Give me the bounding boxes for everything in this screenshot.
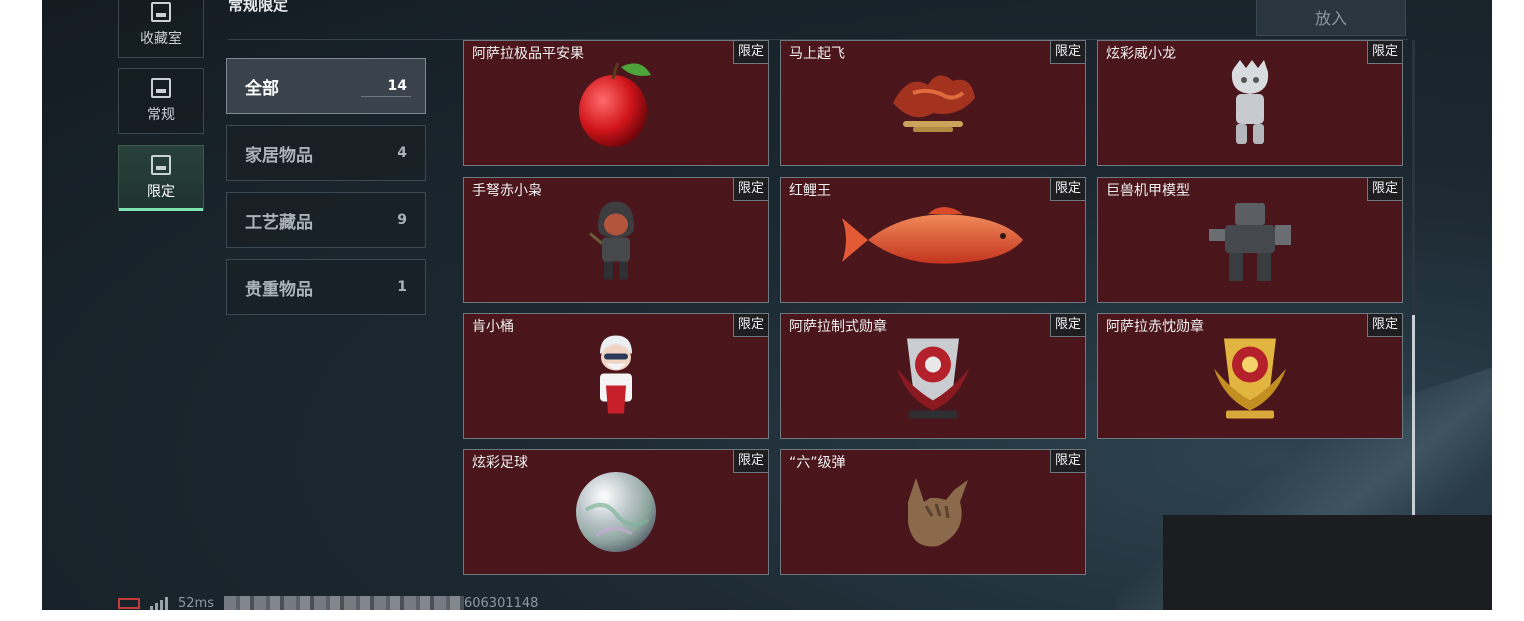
dark-overlay xyxy=(1163,515,1492,610)
limited-badge: 限定 xyxy=(732,41,768,64)
item-name: “六”级弹 xyxy=(789,455,846,471)
scrollbar-thumb[interactable] xyxy=(1412,315,1415,515)
mech-model-icon xyxy=(1209,203,1291,281)
item-name: 炫彩威小龙 xyxy=(1106,46,1176,62)
item-card[interactable]: 阿萨拉赤忱勋章 限定 xyxy=(1097,313,1403,439)
item-card[interactable]: “六”级弹 限定 xyxy=(780,449,1086,575)
item-name: 阿萨拉极品平安果 xyxy=(472,46,584,62)
category-count: 9 xyxy=(397,212,407,228)
nav-item-collection-room[interactable]: 收藏室 xyxy=(118,0,204,58)
status-bar: 52ms 606301148 xyxy=(118,594,538,610)
category-count: 14 xyxy=(387,78,407,94)
category-label: 全部 xyxy=(245,78,279,99)
item-name: 巨兽机甲模型 xyxy=(1106,183,1190,199)
limited-badge: 限定 xyxy=(732,178,768,201)
red-carp-icon xyxy=(842,207,1023,264)
limited-badge: 限定 xyxy=(1049,450,1085,473)
nav-item-label: 常规 xyxy=(147,107,175,123)
item-card[interactable]: 阿萨拉制式勋章 限定 xyxy=(780,313,1086,439)
silver-figure-icon xyxy=(1231,60,1269,144)
item-card[interactable]: 红鲤王 限定 xyxy=(780,177,1086,303)
battery-icon xyxy=(118,597,140,609)
blurred-user-info xyxy=(223,596,464,610)
iridescent-ball-icon xyxy=(576,472,656,552)
category-label: 工艺藏品 xyxy=(245,212,313,233)
flying-horse-icon xyxy=(893,75,975,132)
category-label: 家居物品 xyxy=(245,145,313,166)
item-card[interactable]: 肯小桶 限定 xyxy=(463,313,769,439)
item-card[interactable]: 炫彩威小龙 限定 xyxy=(1097,40,1403,166)
item-card[interactable]: 炫彩足球 限定 xyxy=(463,449,769,575)
ping-value: 52ms xyxy=(178,595,214,611)
limited-badge: 限定 xyxy=(1049,314,1085,337)
item-name: 马上起飞 xyxy=(789,46,845,62)
apple-icon xyxy=(579,62,651,147)
item-name: 阿萨拉制式勋章 xyxy=(789,319,887,335)
item-card[interactable]: 阿萨拉极品平安果 限定 xyxy=(463,40,769,166)
nav-item-label: 限定 xyxy=(147,184,175,200)
item-name: 炫彩足球 xyxy=(472,455,528,471)
collection-room-icon xyxy=(151,2,171,22)
category-label: 贵重物品 xyxy=(245,279,313,300)
item-name: 肯小桶 xyxy=(472,319,514,335)
category-valuables[interactable]: 贵重物品 1 xyxy=(226,259,426,315)
category-crafts[interactable]: 工艺藏品 9 xyxy=(226,192,426,248)
user-id: 606301148 xyxy=(463,595,539,611)
hand-gesture-icon xyxy=(908,478,968,547)
nav-item-limited[interactable]: 限定 xyxy=(118,145,204,211)
limited-badge: 限定 xyxy=(1366,314,1402,337)
silver-medal-icon xyxy=(897,338,969,419)
limited-badge: 限定 xyxy=(1366,41,1402,64)
hooded-figure-icon xyxy=(589,201,634,280)
limited-icon xyxy=(151,155,171,175)
limited-badge: 限定 xyxy=(732,314,768,337)
colonel-figure-icon xyxy=(600,335,632,414)
item-card[interactable]: 手弩赤小枭 限定 xyxy=(463,177,769,303)
item-card[interactable]: 巨兽机甲模型 限定 xyxy=(1097,177,1403,303)
category-count: 1 xyxy=(397,279,407,295)
nav-item-regular[interactable]: 常规 xyxy=(118,68,204,134)
limited-badge: 限定 xyxy=(1049,178,1085,201)
put-in-button[interactable]: 放入 xyxy=(1256,0,1406,36)
item-card[interactable]: 马上起飞 限定 xyxy=(780,40,1086,166)
limited-badge: 限定 xyxy=(732,450,768,473)
regular-icon xyxy=(151,78,171,98)
item-name: 红鲤王 xyxy=(789,183,831,199)
gold-medal-icon xyxy=(1214,338,1286,419)
category-all[interactable]: 全部 14 xyxy=(226,58,426,114)
category-home-items[interactable]: 家居物品 4 xyxy=(226,125,426,181)
signal-icon xyxy=(150,596,168,610)
limited-badge: 限定 xyxy=(1366,178,1402,201)
item-name: 阿萨拉赤忱勋章 xyxy=(1106,319,1204,335)
item-name: 手弩赤小枭 xyxy=(472,183,542,199)
limited-badge: 限定 xyxy=(1049,41,1085,64)
section-title: 常规限定 xyxy=(228,0,289,14)
nav-item-label: 收藏室 xyxy=(140,31,182,47)
category-count: 4 xyxy=(397,145,407,161)
